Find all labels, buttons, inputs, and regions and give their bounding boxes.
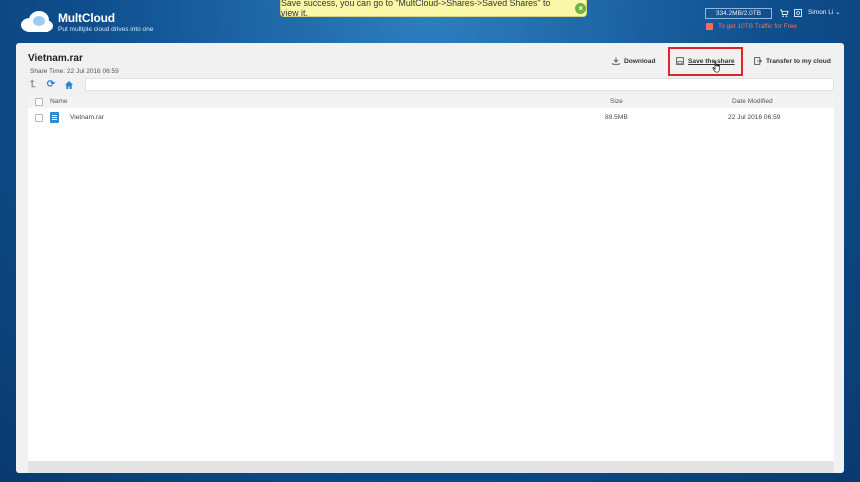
hand-cursor-icon xyxy=(712,60,722,73)
file-date: 22 Jul 2016 06:59 xyxy=(728,114,781,121)
share-title: Vietnam.rar xyxy=(28,53,83,64)
logo-subtitle: Put multiple cloud drives into one xyxy=(58,26,154,33)
settings-icon[interactable] xyxy=(793,8,803,18)
file-size: 89.5MB xyxy=(605,114,628,121)
transfer-label: Transfer to my cloud xyxy=(766,57,831,65)
share-time-value: 22 Jul 2016 06:59 xyxy=(67,68,119,75)
home-icon[interactable] xyxy=(64,80,74,90)
up-arrow-icon[interactable]: ⮤ xyxy=(28,80,38,90)
row-checkbox[interactable] xyxy=(35,113,43,122)
promo-text: To get 10TB Traffic for Free xyxy=(718,23,797,30)
archive-file-icon xyxy=(50,112,59,123)
download-label: Download xyxy=(624,57,656,65)
download-button[interactable]: Download xyxy=(612,57,656,65)
file-toolbar: ⮤ ⟳ xyxy=(28,78,834,92)
file-name[interactable]: Vietnam.rar xyxy=(70,114,104,121)
share-time-label: Share Time: xyxy=(30,68,66,75)
column-name[interactable]: Name xyxy=(50,98,68,105)
user-menu[interactable]: Simon Li ⌄ xyxy=(808,8,841,16)
success-toast: Save success, you can go to "MultCloud->… xyxy=(280,0,587,18)
cart-icon[interactable] xyxy=(779,8,789,18)
chevron-down-icon: ⌄ xyxy=(835,9,841,16)
list-header: Name Size Date Modified xyxy=(28,95,834,108)
user-name: Simon Li xyxy=(808,9,834,16)
table-row[interactable]: Vietnam.rar 89.5MB 22 Jul 2016 06:59 xyxy=(28,108,834,127)
save-icon xyxy=(676,57,684,65)
panel-footer xyxy=(28,461,834,473)
column-date[interactable]: Date Modified xyxy=(732,98,773,105)
download-icon xyxy=(612,57,620,65)
logo[interactable]: MultCloud Put multiple cloud drives into… xyxy=(18,9,153,35)
gift-icon xyxy=(706,23,713,30)
logo-title: MultCloud xyxy=(58,11,115,25)
share-panel: Vietnam.rar Share Time: 22 Jul 2016 06:59… xyxy=(16,43,844,473)
transfer-icon xyxy=(754,57,763,65)
column-size[interactable]: Size xyxy=(610,98,623,105)
path-bar[interactable] xyxy=(85,78,834,91)
save-share-button[interactable]: Save the share xyxy=(676,57,735,65)
select-all-checkbox[interactable] xyxy=(35,97,43,106)
close-icon[interactable]: × xyxy=(575,2,586,14)
share-time: Share Time: 22 Jul 2016 06:59 xyxy=(28,68,119,75)
refresh-icon[interactable]: ⟳ xyxy=(46,80,56,90)
cloud-icon xyxy=(18,9,54,35)
toast-message: Save success, you can go to "MultCloud->… xyxy=(281,0,551,18)
storage-quota: 334.2MB/2.0TB xyxy=(705,8,772,19)
promo-link[interactable]: To get 10TB Traffic for Free xyxy=(706,23,797,30)
file-list: Name Size Date Modified Vietnam.rar 89.5… xyxy=(28,95,834,465)
transfer-button[interactable]: Transfer to my cloud xyxy=(754,57,831,65)
